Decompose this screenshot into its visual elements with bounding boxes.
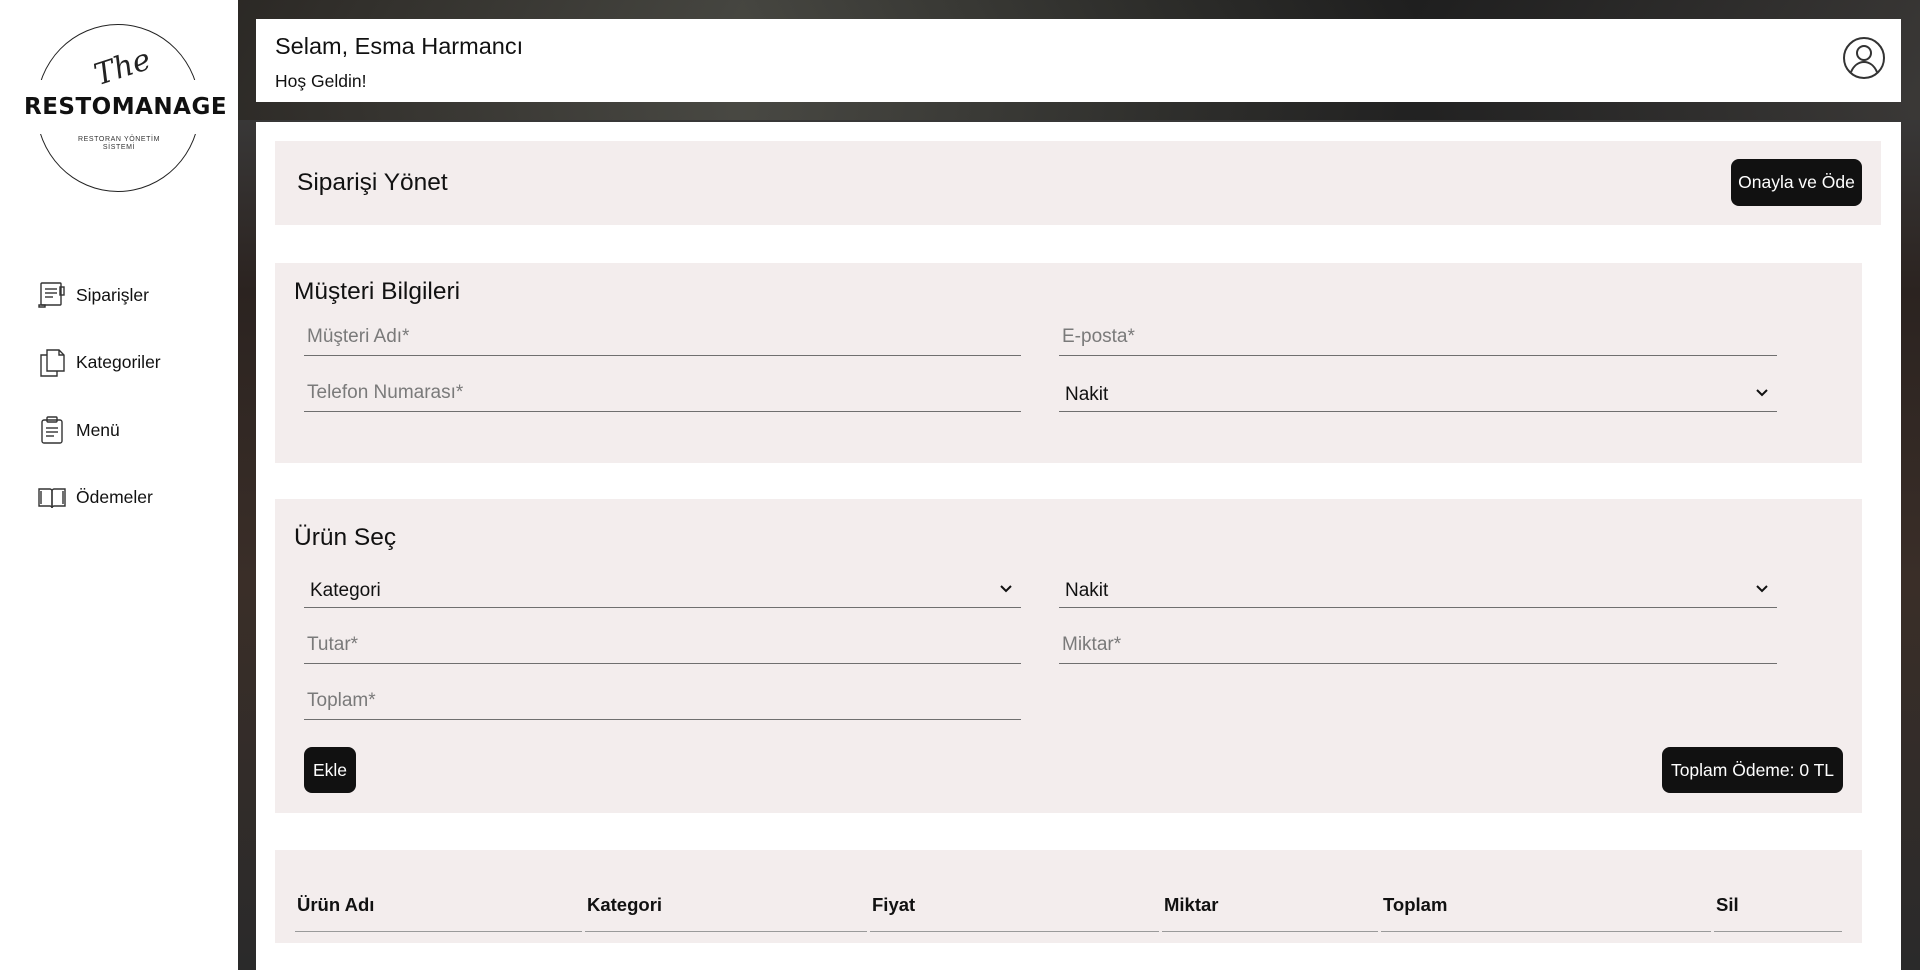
- logo-brand: RESTOMANAGE: [24, 94, 228, 120]
- user-circle-icon[interactable]: [1841, 35, 1887, 81]
- restomanage-logo: The RESTOMANAGE RESTORAN YÖNETİM SİSTEMİ: [24, 24, 228, 194]
- product-select[interactable]: Nakit: [1059, 564, 1777, 608]
- order-receipt-icon: [38, 282, 65, 308]
- select-value: Nakit: [1065, 384, 1109, 405]
- order-panel: Siparişi Yönet Onayla ve Öde Müşteri Bil…: [256, 122, 1901, 970]
- product-select-section: Ürün Seç Kategori Nakit Ekle Toplam Ödem…: [275, 499, 1862, 813]
- clipboard-icon: [41, 416, 63, 444]
- customer-name-field[interactable]: [304, 312, 1021, 356]
- sidebar-item-payments[interactable]: Ödemeler: [36, 483, 161, 513]
- sidebar-item-menu[interactable]: Menü: [36, 415, 161, 445]
- section-title: Ürün Seç: [294, 524, 397, 551]
- table-header-total: Toplam: [1383, 894, 1448, 915]
- table-header-delete: Sil: [1716, 894, 1739, 915]
- table-header-price: Fiyat: [872, 894, 916, 915]
- select-value: Nakit: [1065, 580, 1109, 601]
- chevron-down-icon: [1756, 389, 1768, 397]
- payment-method-select[interactable]: Nakit: [1059, 368, 1777, 412]
- sidebar-item-label: Menü: [76, 419, 120, 440]
- logo-subtitle: RESTORAN YÖNETİM SİSTEMİ: [77, 136, 161, 151]
- manage-order-bar: Siparişi Yönet Onayla ve Öde: [275, 141, 1881, 225]
- total-input[interactable]: [304, 676, 1021, 719]
- table-header-category: Kategori: [587, 894, 663, 915]
- phone-input[interactable]: [304, 368, 1021, 411]
- price-input[interactable]: [304, 620, 1021, 663]
- add-product-button[interactable]: Ekle: [304, 747, 356, 793]
- sidebar-item-orders[interactable]: Siparişler: [36, 280, 161, 310]
- page-title: Siparişi Yönet: [297, 169, 448, 196]
- top-header: Selam, Esma Harmancı Hoş Geldin!: [256, 19, 1901, 102]
- book-icon: [38, 487, 66, 508]
- welcome-text: Hoş Geldin!: [275, 71, 367, 91]
- chevron-down-icon: [1000, 585, 1012, 593]
- chevron-down-icon: [1756, 585, 1768, 593]
- sidebar-item-label: Ödemeler: [76, 487, 153, 507]
- confirm-and-pay-button[interactable]: Onayla ve Öde: [1731, 159, 1862, 206]
- sidebar-item-label: Kategoriler: [76, 352, 161, 372]
- email-field[interactable]: [1059, 312, 1777, 356]
- select-value: Kategori: [310, 580, 381, 601]
- customer-name-input[interactable]: [304, 312, 1021, 355]
- email-input[interactable]: [1059, 312, 1777, 355]
- total-field[interactable]: [304, 676, 1021, 720]
- total-payment-button[interactable]: Toplam Ödeme: 0 TL: [1662, 747, 1843, 793]
- sidebar-item-label: Siparişler: [76, 284, 149, 305]
- greeting-text: Selam, Esma Harmancı: [275, 33, 524, 59]
- phone-field[interactable]: [304, 368, 1021, 412]
- sidebar-nav: Siparişler Kategoriler Menü Ödemeler: [36, 280, 161, 550]
- order-items-table: Ürün Adı Kategori Fiyat Miktar Toplam Si…: [275, 850, 1862, 943]
- customer-info-section: Müşteri Bilgileri Nakit: [275, 263, 1862, 463]
- order-form-scroll-area[interactable]: Müşteri Bilgileri Nakit Ürün Seç Kategor…: [275, 263, 1881, 943]
- category-select[interactable]: Kategori: [304, 564, 1021, 608]
- sidebar: The RESTOMANAGE RESTORAN YÖNETİM SİSTEMİ…: [0, 0, 238, 970]
- documents-icon: [40, 348, 65, 377]
- quantity-input[interactable]: [1059, 620, 1777, 663]
- quantity-field[interactable]: [1059, 620, 1777, 664]
- table-header-product-name: Ürün Adı: [297, 894, 375, 915]
- sidebar-item-categories[interactable]: Kategoriler: [36, 348, 161, 378]
- table-header-quantity: Miktar: [1164, 894, 1219, 915]
- section-title: Müşteri Bilgileri: [294, 278, 461, 305]
- price-field[interactable]: [304, 620, 1021, 664]
